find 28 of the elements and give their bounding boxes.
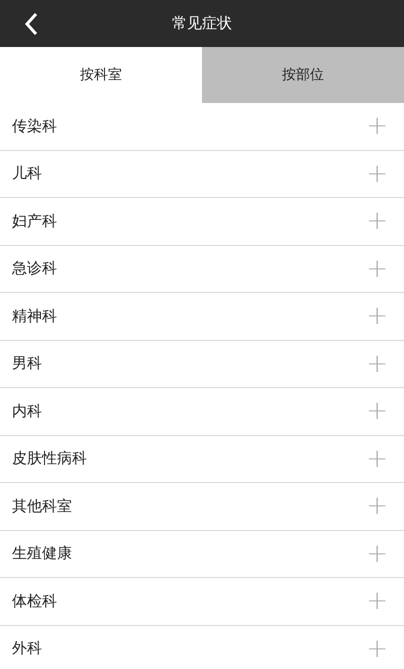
department-row[interactable]: 急诊科 + bbox=[0, 246, 404, 293]
department-name: 妇产科 bbox=[12, 212, 57, 231]
department-name: 体检科 bbox=[12, 592, 57, 611]
back-icon bbox=[24, 12, 38, 36]
department-row[interactable]: 传染科 + bbox=[0, 103, 404, 150]
department-name: 皮肤性病科 bbox=[12, 449, 87, 468]
department-row[interactable]: 妇产科 + bbox=[0, 198, 404, 246]
department-name: 内科 bbox=[12, 402, 42, 421]
department-row[interactable]: 内科 + bbox=[0, 388, 404, 436]
department-name: 其他科室 bbox=[12, 496, 72, 516]
department-row[interactable]: 精神科 + bbox=[0, 293, 404, 340]
screen-title: 常见症状 bbox=[172, 14, 232, 33]
department-row[interactable]: 其他科室 + bbox=[0, 483, 404, 530]
department-row[interactable]: 皮肤性病科 + bbox=[0, 436, 404, 483]
department-row[interactable]: 生殖健康 + bbox=[0, 530, 404, 578]
department-name: 男科 bbox=[12, 354, 42, 374]
department-name: 生殖健康 bbox=[12, 544, 72, 564]
department-name: 外科 bbox=[12, 639, 42, 658]
department-row[interactable]: 儿科 + bbox=[0, 150, 404, 198]
department-name: 传染科 bbox=[12, 116, 57, 136]
department-row[interactable]: 外科 + bbox=[0, 626, 404, 669]
department-name: 儿科 bbox=[12, 164, 42, 184]
department-row[interactable]: 男科 + bbox=[0, 340, 404, 388]
department-name: 精神科 bbox=[12, 306, 57, 326]
tab[interactable]: 按部位 bbox=[202, 47, 404, 103]
department-row[interactable]: 体检科 + bbox=[0, 578, 404, 626]
back-button[interactable] bbox=[22, 10, 40, 38]
department-name: 急诊科 bbox=[12, 259, 57, 278]
